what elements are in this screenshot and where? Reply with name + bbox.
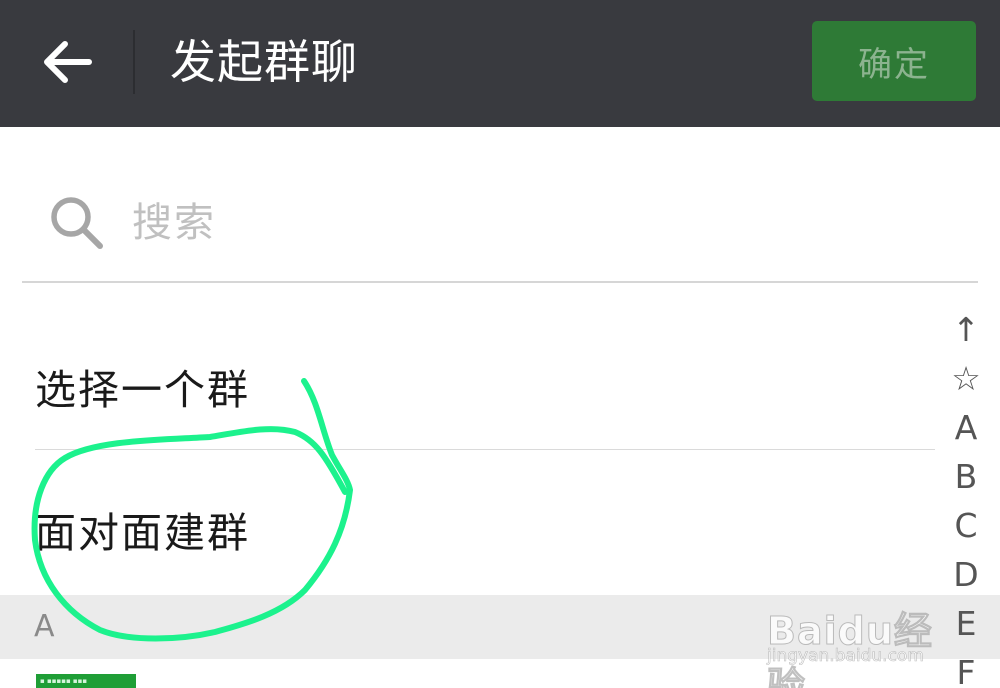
select-group-option[interactable]: 选择一个群	[0, 311, 935, 449]
header-divider	[133, 30, 135, 94]
index-up-arrow[interactable]: ↑	[940, 305, 992, 354]
face-to-face-group-option[interactable]: 面对面建群	[0, 450, 935, 595]
watermark-brand: Baidu经验	[767, 609, 933, 688]
search-input[interactable]	[132, 194, 892, 252]
index-letter-c[interactable]: C	[940, 501, 992, 550]
contact-avatar[interactable]: ▪ ▪▪▪▪▪ ▪▪▪	[36, 674, 136, 688]
baidu-jingyan-watermark: Baidu经验 jingyan.baidu.com	[765, 580, 965, 688]
section-letter: A	[34, 609, 55, 644]
index-letter-a[interactable]: A	[940, 403, 992, 452]
start-group-chat-screen: 发起群聊 确定 选择一个群 面对面建群 A ▪ ▪▪▪▪▪ ▪▪▪ ↑ ☆ A …	[0, 0, 1000, 688]
select-group-label: 选择一个群	[35, 366, 250, 414]
face-to-face-group-label: 面对面建群	[35, 509, 250, 557]
back-arrow-icon	[44, 41, 92, 83]
confirm-button[interactable]: 确定	[812, 21, 976, 101]
back-button[interactable]	[30, 24, 106, 100]
top-bar: 发起群聊 确定	[0, 0, 1000, 127]
index-letter-b[interactable]: B	[940, 452, 992, 501]
search-underline	[22, 281, 978, 283]
watermark-url: jingyan.baidu.com	[767, 646, 924, 667]
avatar-label: ▪ ▪▪▪▪▪ ▪▪▪	[40, 677, 88, 685]
search-icon	[51, 197, 103, 249]
page-title: 发起群聊	[170, 35, 358, 89]
search-bar	[22, 170, 978, 283]
index-star[interactable]: ☆	[940, 354, 992, 403]
